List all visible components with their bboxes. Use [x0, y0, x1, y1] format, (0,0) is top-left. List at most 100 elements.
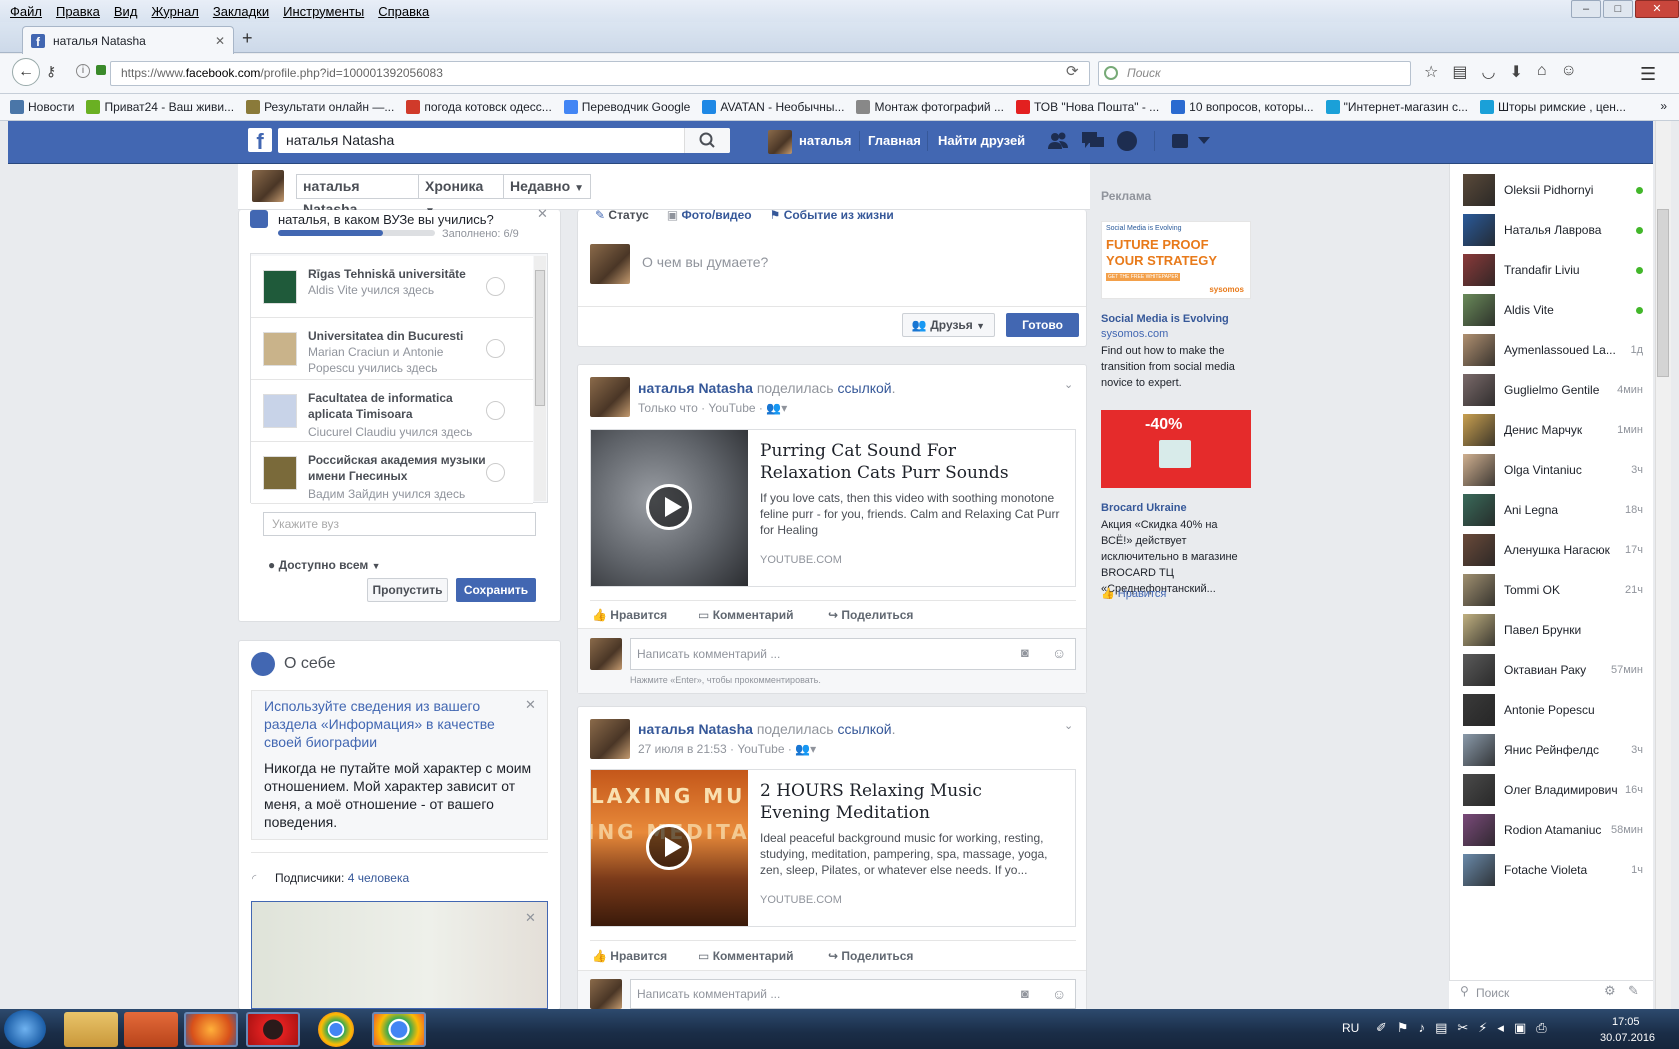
bookmark-item[interactable]: Переводчик Google: [563, 100, 690, 114]
menu-history[interactable]: Журнал: [151, 4, 198, 19]
back-button-icon[interactable]: ←: [12, 58, 40, 86]
facebook-search-button[interactable]: [684, 128, 730, 153]
nav-find-friends-link[interactable]: Найти друзей: [938, 133, 1025, 148]
clock-date[interactable]: 30.07.2016: [1600, 1032, 1655, 1044]
notifications-globe-icon[interactable]: [1117, 131, 1137, 151]
post-timestamp[interactable]: Только что: [638, 401, 698, 415]
recent-dropdown[interactable]: Недавно ▼: [503, 174, 591, 199]
chat-contact[interactable]: Rodion Atamaniuc 58мин: [1463, 812, 1643, 848]
post-via[interactable]: YouTube: [708, 401, 755, 415]
menu-bookmarks[interactable]: Закладки: [213, 4, 269, 19]
facebook-logo-icon[interactable]: f: [248, 128, 272, 154]
school-radio[interactable]: [486, 277, 505, 296]
url-bar[interactable]: https://www.facebook.com/profile.php?id=…: [110, 61, 1090, 86]
school-radio[interactable]: [486, 339, 505, 358]
ad-title-link[interactable]: Social Media is Evolving: [1101, 313, 1229, 325]
nav-home-link[interactable]: Главная: [868, 133, 921, 148]
school-list-scrollbar[interactable]: [534, 256, 546, 501]
chat-contact[interactable]: Денис Марчук 1мин: [1463, 412, 1643, 448]
chat-contact[interactable]: Tommi OK 21ч: [1463, 572, 1643, 608]
close-icon[interactable]: ✕: [525, 697, 536, 713]
link-title[interactable]: Purring Cat Sound For Relaxation Cats Pu…: [760, 440, 1050, 484]
play-icon[interactable]: [646, 484, 692, 530]
followers-count-link[interactable]: 4 человека: [348, 871, 409, 885]
menu-edit[interactable]: Правка: [56, 4, 100, 19]
tool-icon[interactable]: ✂: [1457, 1020, 1468, 1036]
bookmark-item[interactable]: Монтаж фотографий ...: [856, 100, 1004, 114]
chat-contact[interactable]: Aymenlassoued La... 1д: [1463, 332, 1643, 368]
share-button[interactable]: ↪ Поделиться: [828, 608, 913, 622]
post-timestamp[interactable]: 27 июля в 21:53: [638, 742, 727, 756]
chat-contact[interactable]: Павел Брунки: [1463, 612, 1643, 648]
save-button[interactable]: Сохранить: [456, 578, 536, 602]
chat-contact[interactable]: Guglielmo Gentile 4мин: [1463, 372, 1643, 408]
bio-hint-link[interactable]: Используйте сведения из вашего раздела «…: [264, 697, 514, 751]
like-button[interactable]: 👍 Нравится: [592, 949, 667, 963]
menu-tools[interactable]: Инструменты: [283, 4, 364, 19]
start-button[interactable]: [4, 1010, 46, 1048]
ad-title-link[interactable]: Brocard Ukraine: [1101, 502, 1187, 514]
printer-icon[interactable]: ⎙: [1536, 1020, 1546, 1036]
audience-friends-icon[interactable]: 👥▾: [766, 401, 787, 415]
post-options-chevron-icon[interactable]: ⌄: [1064, 378, 1073, 391]
ad-like-button[interactable]: 👍 Нравится: [1101, 587, 1166, 600]
info-icon[interactable]: i: [76, 64, 90, 78]
chat-contact[interactable]: Fotache Violeta 1ч: [1463, 852, 1643, 888]
pocket-icon[interactable]: ◡: [1481, 62, 1495, 82]
bookmarks-overflow-icon[interactable]: »: [1660, 99, 1667, 113]
menu-help[interactable]: Справка: [378, 4, 429, 19]
pen-icon[interactable]: ✐: [1376, 1020, 1387, 1036]
chat-contact[interactable]: Октавиан Раку 57мин: [1463, 652, 1643, 688]
close-window-button[interactable]: ✕: [1635, 0, 1679, 18]
chat-contact[interactable]: Ani Legna 18ч: [1463, 492, 1643, 528]
bookmarks-list-icon[interactable]: ▤: [1452, 62, 1467, 82]
comment-input[interactable]: Написать комментарий ...: [630, 638, 1076, 670]
browser-tab[interactable]: f наталья Natasha ✕: [22, 26, 234, 54]
page-scrollbar[interactable]: [1655, 121, 1671, 1009]
emoji-icon[interactable]: ☺: [1052, 986, 1066, 1002]
bookmark-item[interactable]: Результати онлайн —...: [246, 100, 394, 114]
profile-name-tab[interactable]: наталья Natasha: [296, 174, 419, 217]
search-engine-icon[interactable]: [1104, 66, 1118, 80]
browser-search-input[interactable]: Поиск: [1098, 61, 1411, 86]
minimize-button[interactable]: –: [1571, 0, 1601, 18]
featured-photos-box[interactable]: [251, 901, 548, 1009]
chat-contact[interactable]: Antonie Popescu: [1463, 692, 1643, 728]
emoji-icon[interactable]: ☺: [1052, 645, 1066, 661]
messages-icon[interactable]: [1082, 132, 1104, 150]
chat-search-input[interactable]: Поиск: [1476, 986, 1509, 1000]
bookmark-star-icon[interactable]: ☆: [1424, 62, 1438, 82]
chat-contact[interactable]: Олег Владимирович 16ч: [1463, 772, 1643, 808]
camera-icon[interactable]: ◙: [1021, 645, 1029, 660]
link-title[interactable]: 2 HOURS Relaxing Music Evening Meditatio…: [760, 780, 1050, 824]
share-button[interactable]: ↪ Поделиться: [828, 949, 913, 963]
taskbar-powerpoint-icon[interactable]: [124, 1012, 178, 1047]
chat-contact[interactable]: Aldis Vite: [1463, 292, 1643, 328]
friend-requests-icon[interactable]: [1047, 131, 1069, 151]
key-icon[interactable]: ⚷: [46, 63, 56, 80]
taskbar-explorer-icon[interactable]: [64, 1012, 118, 1047]
ad-domain[interactable]: sysomos.com: [1101, 328, 1168, 340]
bolt-icon[interactable]: ⚡: [1478, 1020, 1487, 1036]
hamburger-menu-icon[interactable]: ☰: [1640, 64, 1656, 85]
account-menu-chevron-icon[interactable]: [1198, 137, 1210, 144]
post-via[interactable]: YouTube: [737, 742, 784, 756]
volume-icon[interactable]: ♪: [1419, 1020, 1426, 1036]
post-done-button[interactable]: Готово: [1006, 313, 1079, 337]
skip-button[interactable]: Пропустить: [367, 578, 448, 602]
facebook-search-input[interactable]: наталья Natasha: [278, 128, 730, 153]
audience-selector[interactable]: 👥 Друзья ▼: [902, 313, 995, 337]
school-row[interactable]: Universitatea din Bucuresti Marian Craciu…: [251, 318, 533, 380]
profile-thumb[interactable]: [252, 170, 284, 202]
post-author-avatar[interactable]: [590, 719, 630, 759]
menu-file[interactable]: Файл: [10, 4, 42, 19]
taskbar-firefox-icon[interactable]: [184, 1012, 238, 1047]
close-icon[interactable]: ✕: [537, 206, 548, 222]
bookmark-item[interactable]: AVATAN - Необычны...: [702, 100, 844, 114]
ad-image[interactable]: Social Media is Evolving FUTURE PROOF YO…: [1101, 221, 1251, 299]
timeline-dropdown[interactable]: Хроника ▼: [418, 174, 504, 217]
post-author-link[interactable]: наталья Natasha: [638, 380, 753, 396]
bookmark-item[interactable]: 10 вопросов, которы...: [1171, 100, 1314, 114]
shared-link[interactable]: ссылкой: [838, 721, 892, 737]
chat-contact[interactable]: Trandafir Liviu: [1463, 252, 1643, 288]
